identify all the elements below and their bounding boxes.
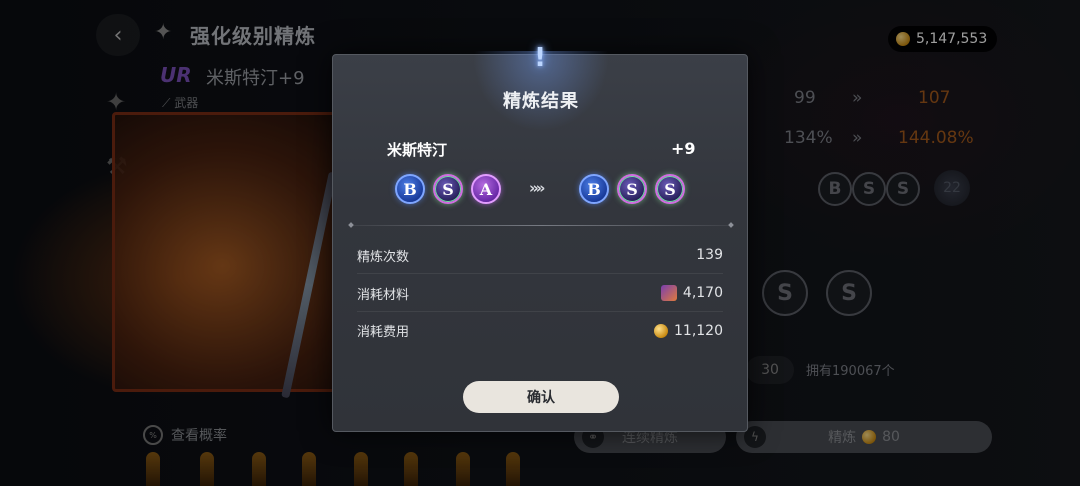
section-divider (349, 225, 733, 226)
material-cost-row: 消耗材料 4,170 (357, 275, 723, 312)
gem-after-2: S (617, 174, 647, 204)
confirm-button[interactable]: 确认 (463, 381, 619, 413)
gem-after-3: S (655, 174, 685, 204)
gold-cost-value: 11,120 (654, 323, 723, 339)
upgrade-arrow-icon: »» (529, 179, 545, 197)
gem-before-3: A (471, 174, 501, 204)
gem-after-1: B (579, 174, 609, 204)
refine-count-row: 精炼次数 139 (357, 237, 723, 274)
dialog-title: 精炼结果 (503, 91, 579, 112)
exclamation-icon: ! (534, 43, 546, 73)
refine-result-dialog: ! 精炼结果 米斯特汀 +9 B S A »» B S S 精炼次数 139 消… (332, 43, 748, 432)
gem-before-2: S (433, 174, 463, 204)
gem-before-1: B (395, 174, 425, 204)
material-cost-value: 4,170 (660, 285, 723, 301)
refine-count-label: 精炼次数 (357, 249, 410, 265)
refine-material-icon (660, 285, 677, 301)
gold-cost-label: 消耗费用 (357, 325, 410, 340)
result-item-level: +9 (671, 139, 696, 158)
gold-coin-icon (654, 323, 668, 338)
refine-count-value: 139 (696, 247, 723, 263)
gold-cost-row: 消耗费用 11,120 (357, 312, 723, 349)
result-item-name: 米斯特汀 (387, 141, 448, 159)
material-cost-label: 消耗材料 (357, 287, 410, 303)
